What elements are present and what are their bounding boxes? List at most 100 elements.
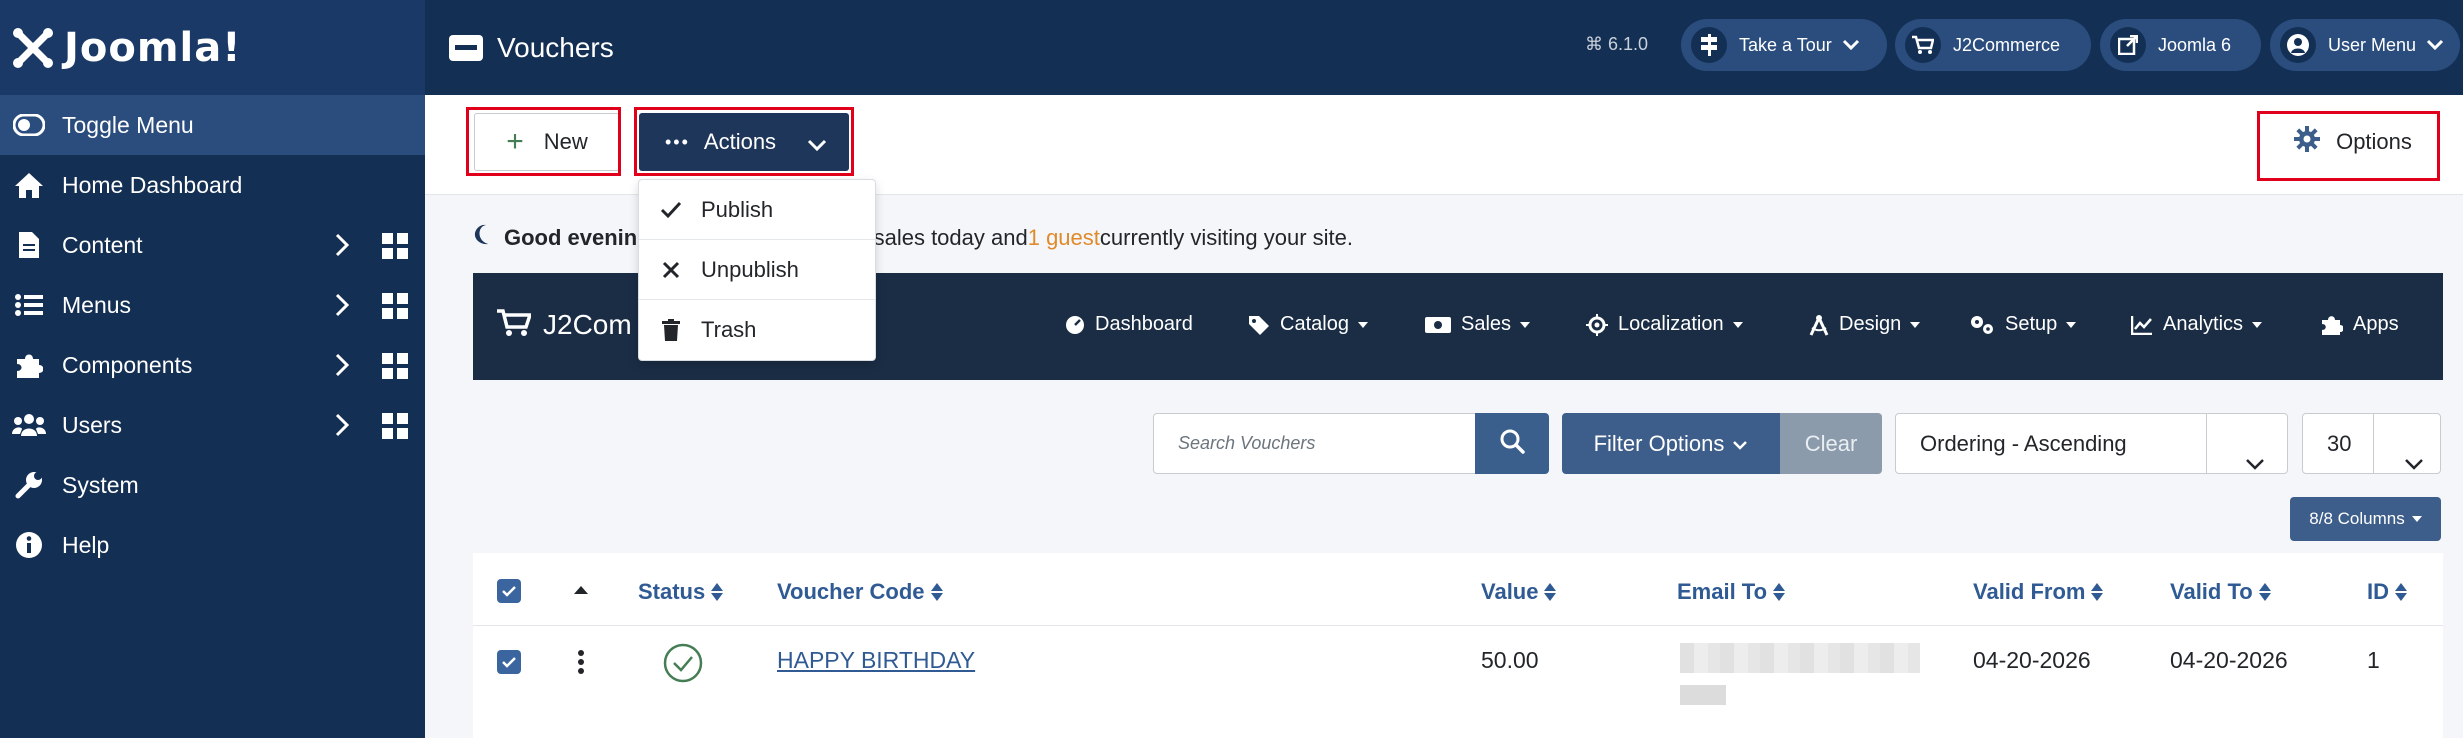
dashboard-grid-icon[interactable] [382,413,408,439]
published-status-icon[interactable] [663,643,703,688]
new-button[interactable]: + New [474,113,620,171]
chevron-right-icon[interactable] [335,293,350,317]
voucher-valid-to: 04-20-2026 [2170,647,2288,673]
greeting-tail: currently visiting your site. [1099,225,1353,250]
guest-count-link[interactable]: 1 guest [1028,225,1100,251]
gears-icon [1969,314,1995,336]
voucher-code-link[interactable]: HAPPY BIRTHDAY [777,647,975,674]
options-button[interactable]: Options [2270,113,2436,171]
dashboard-grid-icon[interactable] [382,293,408,319]
trash-menu-item[interactable]: Trash [639,300,875,360]
valid-to-column-header[interactable]: Valid To [2170,579,2271,605]
sidebar-item-content[interactable]: Content [0,215,425,275]
ordering-sort-header[interactable] [573,575,589,601]
users-icon [12,410,46,440]
chevron-right-icon[interactable] [335,413,350,437]
voucher-icon [449,34,483,61]
sidebar-item-help[interactable]: Help [0,515,425,575]
puzzle-icon [12,350,46,380]
actions-button[interactable]: ••• Actions [639,113,849,171]
greeting-text: n sales today and [855,225,1028,250]
valid-from-column-header[interactable]: Valid From [1973,579,2104,605]
j2commerce-button[interactable]: J2Commerce [1895,19,2091,71]
j2-nav-sales[interactable]: Sales [1425,313,1531,336]
user-menu-button[interactable]: User Menu [2270,19,2460,71]
brand[interactable]: Joomla! [0,0,425,95]
version-number: 6.1.0 [1608,34,1649,54]
sort-icon [1544,581,1557,603]
voucher-id: 1 [2367,647,2380,673]
tag-icon [1248,315,1270,335]
sidebar-menu: Toggle Menu Home Dashboard Content Menus [0,95,425,575]
toggle-icon [12,110,46,140]
list-icon [12,290,46,320]
dashboard-grid-icon[interactable] [382,233,408,259]
sidebar-item-system[interactable]: System [0,455,425,515]
search-input[interactable]: Search Vouchers [1153,413,1476,474]
sort-icon [1773,581,1786,603]
j2-nav-dashboard[interactable]: Dashboard [1065,313,1193,336]
gear-icon [2294,126,2321,158]
drag-handle-icon[interactable] [577,649,585,680]
voucher-code-column-header[interactable]: Voucher Code [777,579,943,605]
sidebar-item-menus[interactable]: Menus [0,275,425,335]
caret-up-icon [573,575,589,601]
value-column-header[interactable]: Value [1481,579,1557,605]
chevron-down-icon [2404,435,2424,494]
j2-nav-apps[interactable]: Apps [2321,313,2399,336]
user-icon [2280,27,2316,63]
compass-icon [1809,314,1829,336]
file-icon [12,230,46,260]
j2-nav-localization[interactable]: Localization [1586,313,1743,336]
j2-nav-setup[interactable]: Setup [1969,313,2077,336]
chevron-right-icon[interactable] [335,233,350,257]
voucher-value: 50.00 [1481,647,1539,673]
sidebar-item-label: Menus [62,291,132,318]
clear-button[interactable]: Clear [1780,413,1882,474]
unpublish-menu-item[interactable]: Unpublish [639,240,875,300]
ordering-select[interactable]: Ordering - Ascending [1895,413,2288,474]
cart-icon [497,308,533,343]
info-icon [12,530,46,560]
sidebar-item-home-dashboard[interactable]: Home Dashboard [0,155,425,215]
sidebar-item-label: System [62,471,139,498]
sidebar-item-toggle-menu[interactable]: Toggle Menu [0,95,425,155]
status-column-header[interactable]: Status [638,579,724,605]
sort-icon [2258,581,2271,603]
take-a-tour-button[interactable]: Take a Tour [1681,19,1887,71]
email-redacted [1680,685,1726,705]
chevron-down-icon [2426,35,2444,56]
select-all-checkbox[interactable] [497,579,521,603]
sidebar-item-label: Toggle Menu [62,111,194,138]
j2-nav-catalog[interactable]: Catalog [1248,313,1368,336]
chevron-right-icon[interactable] [335,353,350,377]
x-icon [659,261,683,279]
check-icon [659,201,683,219]
joomla6-button[interactable]: Joomla 6 [2100,19,2261,71]
chevron-down-icon [2245,435,2265,494]
row-checkbox[interactable] [497,650,521,674]
greeting-bold: Good evenin [504,225,638,250]
trash-icon [659,319,683,341]
list-limit-select[interactable]: 30 [2302,413,2441,474]
voucher-valid-from: 04-20-2026 [1973,647,2091,673]
publish-menu-item[interactable]: Publish [639,180,875,240]
search-icon [1499,428,1525,459]
plus-icon: + [506,125,524,158]
actions-dropdown: Publish Unpublish Trash [638,179,876,361]
crosshair-icon [1586,313,1608,336]
sidebar-item-users[interactable]: Users [0,395,425,455]
filter-options-button[interactable]: Filter Options [1562,413,1780,474]
j2-nav-design[interactable]: Design [1809,313,1921,336]
search-button[interactable] [1475,413,1549,474]
email-to-column-header[interactable]: Email To [1677,579,1786,605]
id-column-header[interactable]: ID [2367,579,2407,605]
home-icon [12,170,46,200]
j2-nav-analytics[interactable]: Analytics [2131,313,2263,336]
dashboard-grid-icon[interactable] [382,353,408,379]
sort-icon [2091,581,2104,603]
sidebar-item-label: Content [62,231,143,258]
vouchers-table: Status Voucher Code Value Email To Valid… [473,553,2443,738]
columns-toggle-button[interactable]: 8/8 Columns [2290,497,2441,541]
sidebar-item-components[interactable]: Components [0,335,425,395]
